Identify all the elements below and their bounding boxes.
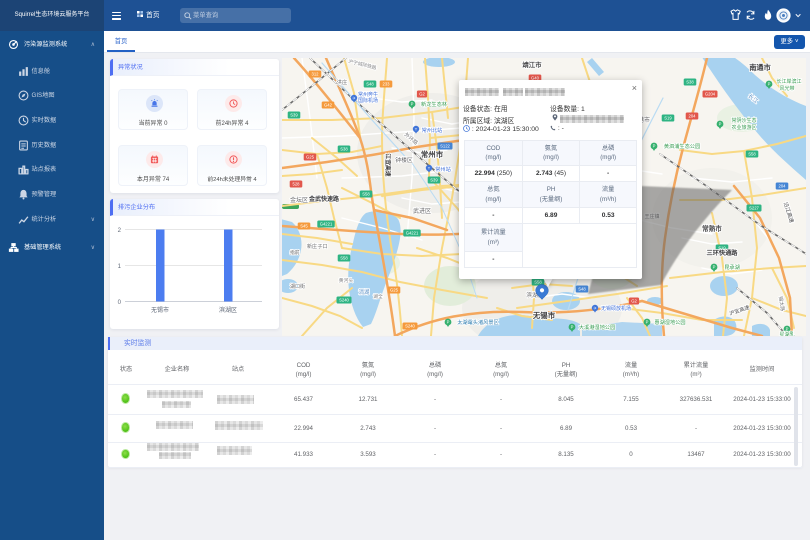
svg-text:靖江市: 靖江市 xyxy=(522,60,542,69)
svg-text:G4221: G4221 xyxy=(320,222,333,227)
svg-text:P: P xyxy=(786,327,789,332)
svg-text:无锡市: 无锡市 xyxy=(151,306,169,314)
svg-text:无锡市: 无锡市 xyxy=(532,311,556,320)
svg-text:G204: G204 xyxy=(705,92,716,97)
svg-text:S122: S122 xyxy=(440,144,450,149)
svg-text:洪庄: 洪庄 xyxy=(337,78,347,86)
svg-text:1: 1 xyxy=(118,264,122,270)
svg-text:星湖乳: 星湖乳 xyxy=(779,331,794,336)
svg-text:P: P xyxy=(447,320,450,325)
svg-text:南通市: 南通市 xyxy=(749,63,771,72)
svg-text:S58: S58 xyxy=(534,280,542,285)
svg-text:S240: S240 xyxy=(405,324,415,329)
svg-text:S19: S19 xyxy=(664,116,672,121)
svg-text:G25: G25 xyxy=(306,155,315,160)
svg-text:G42: G42 xyxy=(324,103,333,108)
svg-text:黄河头: 黄河头 xyxy=(339,277,354,284)
svg-text:S38: S38 xyxy=(686,80,694,85)
svg-text:S39: S39 xyxy=(290,113,298,118)
svg-text:S39: S39 xyxy=(430,178,438,183)
svg-text:P: P xyxy=(653,144,656,149)
svg-text:黄泗浦生态公园: 黄泗浦生态公园 xyxy=(664,142,700,150)
svg-text:无锡硕放机场: 无锡硕放机场 xyxy=(601,305,631,312)
svg-text:233: 233 xyxy=(383,82,391,87)
svg-text:湖全: 湖全 xyxy=(373,293,383,300)
svg-text:湖口街: 湖口街 xyxy=(290,283,305,290)
svg-text:常州站: 常州站 xyxy=(435,165,451,173)
svg-text:P: P xyxy=(768,82,771,87)
svg-text:武进区: 武进区 xyxy=(413,207,431,215)
svg-text:P: P xyxy=(646,320,649,325)
svg-text:新龙生态林: 新龙生态林 xyxy=(421,100,448,108)
svg-text:惠湖湿地公园: 惠湖湿地公园 xyxy=(654,318,685,326)
svg-text:金武快速路: 金武快速路 xyxy=(308,195,340,203)
svg-text:常州市: 常州市 xyxy=(421,150,444,159)
svg-text:江宜高速: 江宜高速 xyxy=(384,153,392,176)
svg-text:2: 2 xyxy=(118,228,122,234)
svg-text:G4221: G4221 xyxy=(406,231,419,236)
svg-text:风光带: 风光带 xyxy=(779,85,794,92)
svg-text:P: P xyxy=(571,325,574,330)
svg-text:昆承湖: 昆承湖 xyxy=(724,263,740,271)
svg-text:常阴沙生态: 常阴沙生态 xyxy=(731,117,756,124)
svg-text:S227: S227 xyxy=(749,206,759,211)
svg-text:S58: S58 xyxy=(362,192,370,197)
svg-text:大溪港湿地公园: 大溪港湿地公园 xyxy=(579,323,615,331)
svg-text:S48: S48 xyxy=(578,287,586,292)
svg-text:S58: S58 xyxy=(748,152,756,157)
svg-text:P: P xyxy=(411,102,414,107)
svg-text:P: P xyxy=(719,122,722,127)
svg-text:常熟市: 常熟市 xyxy=(702,224,722,233)
svg-text:常州北站: 常州北站 xyxy=(422,126,443,134)
svg-text:G2: G2 xyxy=(631,299,637,304)
svg-text:滆湖: 滆湖 xyxy=(359,288,370,296)
svg-text:S48: S48 xyxy=(366,82,374,87)
svg-text:312: 312 xyxy=(312,72,320,77)
svg-text:三环快通路: 三环快通路 xyxy=(707,249,739,257)
svg-text:G2: G2 xyxy=(419,92,425,97)
svg-text:太湖鼋头渚风景区: 太湖鼋头渚风景区 xyxy=(457,318,499,326)
svg-text:G25: G25 xyxy=(390,288,399,293)
svg-text:农业旅游区: 农业旅游区 xyxy=(731,124,756,131)
svg-text:指前: 指前 xyxy=(290,249,300,256)
svg-text:0: 0 xyxy=(118,300,122,306)
svg-text:新庄: 新庄 xyxy=(307,243,317,250)
svg-text:滨湖区: 滨湖区 xyxy=(219,306,237,314)
svg-text:长江岸滨江: 长江岸滨江 xyxy=(776,78,801,85)
svg-text:S58: S58 xyxy=(340,256,348,261)
svg-text:528: 528 xyxy=(293,182,301,187)
svg-text:P: P xyxy=(713,265,716,270)
svg-text:钟楼区: 钟楼区 xyxy=(395,156,413,164)
svg-text:204: 204 xyxy=(689,114,697,119)
svg-text:常州奔牛: 常州奔牛 xyxy=(358,91,378,98)
svg-text:204: 204 xyxy=(779,184,787,189)
svg-text:S38: S38 xyxy=(340,147,348,152)
svg-text:国际机场: 国际机场 xyxy=(358,97,378,104)
svg-text:S240: S240 xyxy=(339,298,349,303)
svg-text:S45: S45 xyxy=(300,224,308,229)
svg-text:金坛区: 金坛区 xyxy=(290,196,308,204)
